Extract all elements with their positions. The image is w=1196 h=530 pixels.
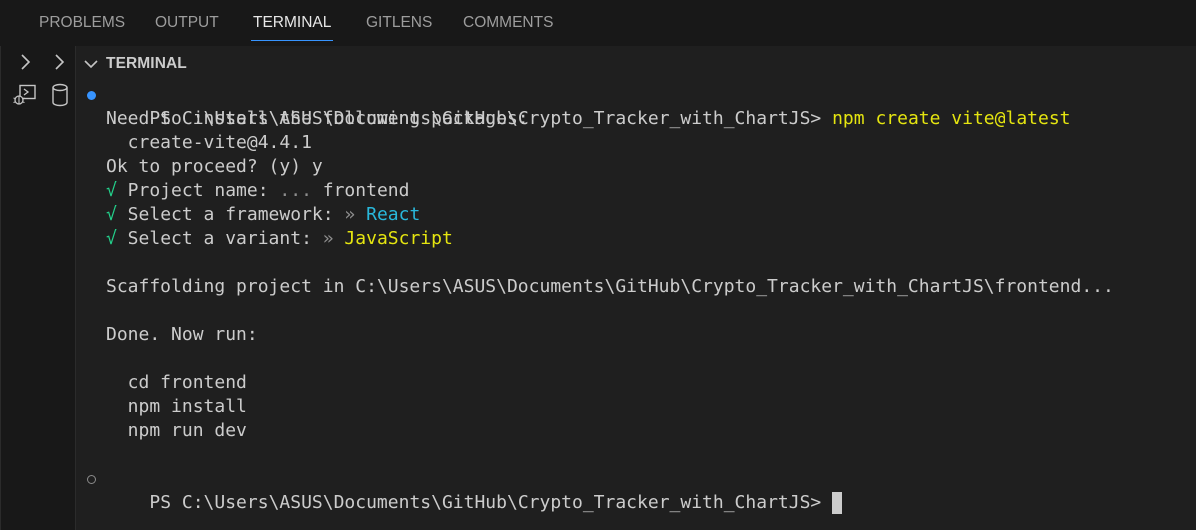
tab-comments[interactable]: COMMENTS — [463, 0, 553, 46]
terminal-line-command: PS C:\Users\ASUS\Documents\GitHub\Crypto… — [82, 83, 1182, 129]
terminal-cursor — [832, 492, 843, 514]
side-column-divider — [75, 46, 76, 530]
project-name-separator: ... — [279, 180, 312, 201]
check-mark: √ — [106, 180, 117, 201]
tab-terminal[interactable]: TERMINAL — [250, 0, 334, 46]
left-edge-divider — [0, 46, 1, 530]
variant-value: JavaScript — [333, 228, 453, 249]
framework-separator: » — [344, 204, 356, 225]
terminal-section-header[interactable]: TERMINAL — [82, 50, 187, 78]
terminal-line-variant: √ Select a variant: » JavaScript — [82, 227, 1182, 251]
command-pending-decoration[interactable] — [87, 475, 96, 484]
debug-console-icon[interactable] — [12, 84, 38, 108]
variant-separator: » — [322, 228, 334, 249]
terminal-line: npm install — [106, 396, 247, 417]
tab-gitlens[interactable]: GITLENS — [366, 0, 432, 46]
variant-label: Select a variant: — [116, 228, 323, 249]
check-mark: √ — [106, 204, 117, 225]
project-name-label: Project name: — [116, 180, 280, 201]
tab-output[interactable]: OUTPUT — [155, 0, 219, 46]
framework-label: Select a framework: — [116, 204, 345, 225]
terminal-line: Done. Now run: — [106, 324, 258, 345]
terminal-line: npm run dev — [106, 420, 247, 441]
command-success-decoration[interactable] — [87, 91, 96, 100]
terminal-line: Ok to proceed? (y) y — [106, 156, 323, 177]
tab-problems[interactable]: PROBLEMS — [39, 0, 125, 46]
framework-value: React — [355, 204, 421, 225]
terminal-line-project-name: √ Project name: ... frontend — [82, 179, 1182, 203]
terminal-output[interactable]: PS C:\Users\ASUS\Documents\GitHub\Crypto… — [82, 83, 1182, 514]
prompt: PS C:\Users\ASUS\Documents\GitHub\Crypto… — [149, 492, 833, 513]
chevron-right-icon[interactable] — [18, 53, 34, 71]
terminal-line: Scaffolding project in C:\Users\ASUS\Doc… — [106, 276, 1114, 297]
terminal-line-prompt: PS C:\Users\ASUS\Documents\GitHub\Crypto… — [82, 467, 1182, 514]
terminal-line: create-vite@4.4.1 — [106, 132, 312, 153]
project-name-value: frontend — [311, 180, 410, 201]
side-activity-column — [0, 46, 76, 530]
terminal-line: Need to install the following packages: — [106, 108, 529, 129]
panel-tab-bar: PROBLEMS OUTPUT TERMINAL GITLENS COMMENT… — [0, 0, 1196, 46]
check-mark: √ — [106, 228, 117, 249]
terminal-line: cd frontend — [106, 372, 247, 393]
chevron-down-icon[interactable] — [82, 55, 100, 73]
section-title: TERMINAL — [106, 55, 187, 72]
terminal-line-framework: √ Select a framework: » React — [82, 203, 1182, 227]
database-icon[interactable] — [51, 83, 69, 107]
chevron-right-icon[interactable] — [52, 53, 68, 71]
